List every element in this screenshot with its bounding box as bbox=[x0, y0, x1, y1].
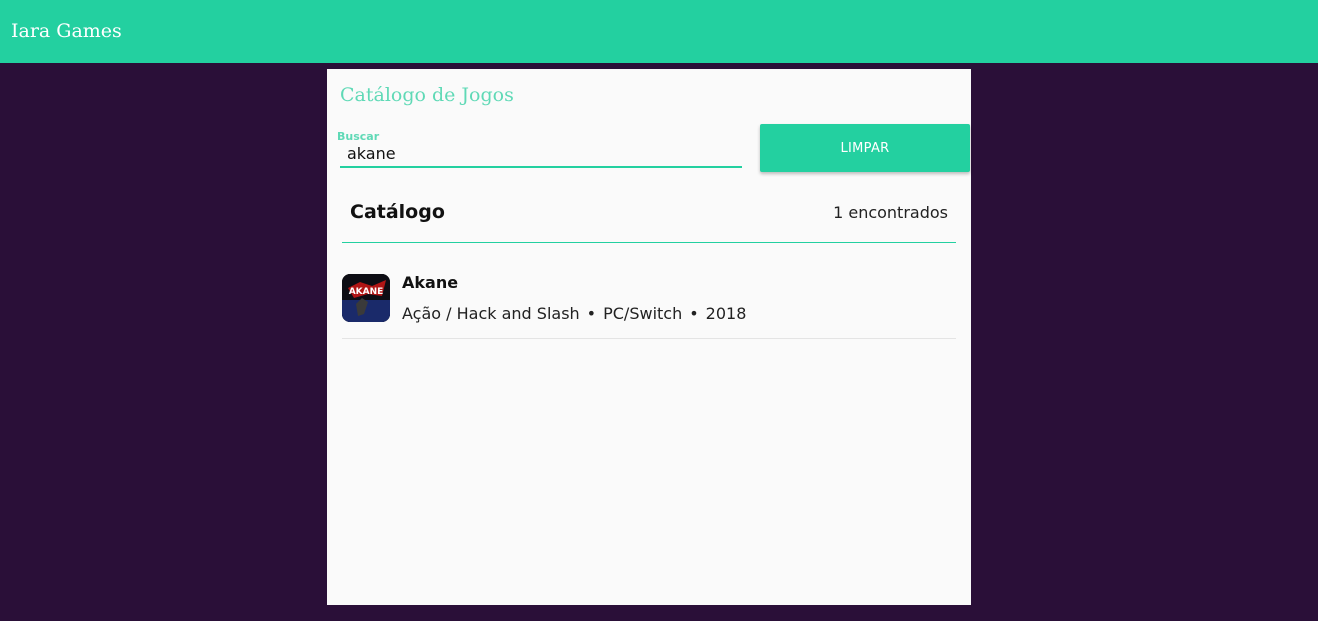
catalog-title: Catálogo bbox=[350, 201, 445, 223]
game-list-item[interactable]: AKANE Akane Ação / Hack and Slash • PC/Swi… bbox=[342, 257, 956, 339]
search-field[interactable]: Buscar bbox=[337, 129, 742, 168]
clear-button[interactable]: LIMPAR bbox=[760, 124, 970, 172]
top-app-bar: Iara Games bbox=[0, 0, 1318, 63]
catalog-header: Catálogo 1 encontrados bbox=[342, 189, 956, 243]
panel-title: Catálogo de Jogos bbox=[340, 84, 514, 106]
search-label: Buscar bbox=[337, 130, 380, 143]
game-name: Akane bbox=[402, 273, 459, 292]
catalog-panel: Catálogo de Jogos Buscar LIMPAR Catálogo… bbox=[327, 69, 971, 605]
meta-separator: • bbox=[586, 304, 597, 323]
game-meta: Ação / Hack and Slash • PC/Switch • 2018 bbox=[402, 304, 746, 324]
game-genre: Ação / Hack and Slash bbox=[402, 304, 580, 323]
results-count: 1 encontrados bbox=[833, 203, 948, 222]
game-cover-text: AKANE bbox=[349, 287, 384, 297]
search-input[interactable] bbox=[347, 143, 727, 164]
game-year: 2018 bbox=[705, 304, 747, 323]
game-platform: PC/Switch bbox=[603, 304, 683, 323]
app-title[interactable]: Iara Games bbox=[11, 18, 122, 44]
meta-separator: • bbox=[689, 304, 699, 323]
game-cover-icon: AKANE bbox=[342, 274, 390, 322]
